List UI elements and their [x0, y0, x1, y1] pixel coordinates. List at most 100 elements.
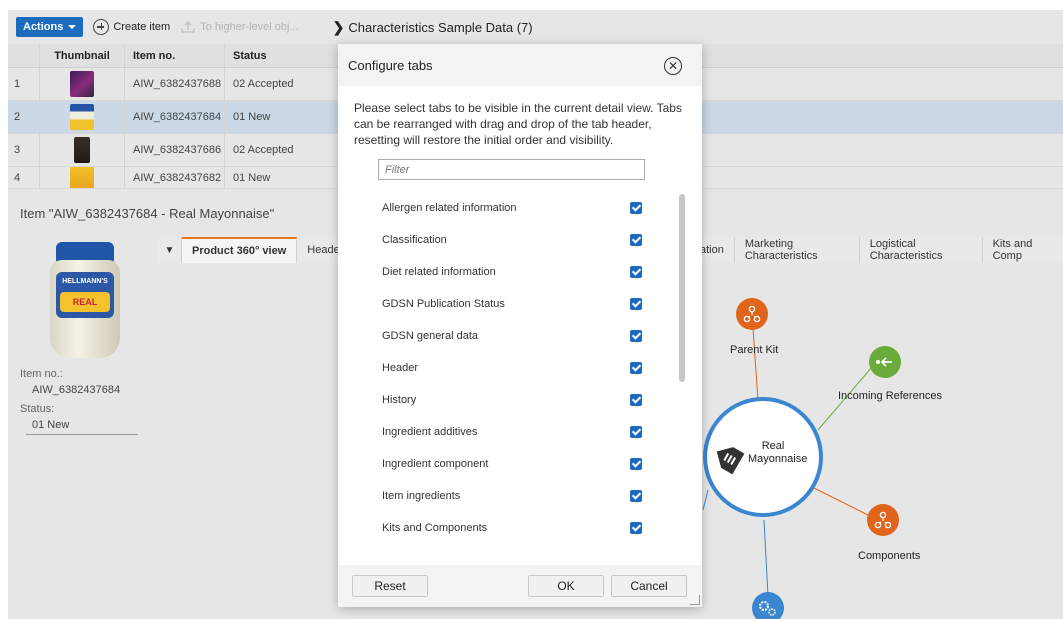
visibility-checkbox[interactable]: [630, 458, 642, 470]
list-item-label: Diet related information: [382, 266, 496, 278]
dialog-title: Configure tabs: [348, 57, 433, 73]
filter-input[interactable]: [378, 159, 645, 180]
visibility-checkbox[interactable]: [630, 362, 642, 374]
list-item-label: Header: [382, 362, 419, 374]
tab-kits-and-components[interactable]: Kits and Comp: [982, 237, 1063, 263]
components-node[interactable]: [867, 504, 899, 536]
status-cell: 01 New: [225, 167, 345, 188]
list-item-label: GDSN Publication Status: [382, 298, 505, 310]
thumbnail-image: [74, 137, 90, 163]
status-value: 01 New: [32, 419, 70, 431]
tab-logistical-characteristics[interactable]: Logistical Characteristics: [859, 237, 983, 263]
close-button[interactable]: ✕: [664, 57, 682, 75]
status-cell: 01 New: [225, 101, 345, 133]
gears-icon: [759, 601, 776, 616]
detail-tabs: ▼ Product 360° view Header: [158, 236, 355, 264]
cancel-button[interactable]: Cancel: [611, 575, 687, 597]
dialog-header: Configure tabs ✕: [338, 44, 702, 86]
list-item-label: Ingredient component: [382, 458, 489, 470]
edge-parent-kit: [752, 327, 759, 401]
list-item-label: GDSN general data: [382, 330, 478, 342]
tab-product-360[interactable]: Product 360° view: [182, 237, 298, 263]
visibility-checkbox[interactable]: [630, 298, 642, 310]
visibility-checkbox[interactable]: [630, 490, 642, 502]
column-header-thumbnail[interactable]: Thumbnail: [40, 44, 125, 67]
tab-truncated[interactable]: ation: [698, 237, 735, 263]
column-header-item-no[interactable]: Item no.: [125, 44, 225, 67]
reset-button[interactable]: Reset: [352, 575, 428, 597]
center-label-line2: Mayonnaise: [748, 453, 808, 465]
edge-bottom: [763, 519, 769, 597]
item-no-value: AIW_6382437684: [32, 384, 121, 396]
bottom-node[interactable]: [752, 592, 784, 619]
dialog-footer: Reset OK Cancel: [338, 565, 702, 607]
center-node-label: Real Mayonnaise: [748, 440, 808, 466]
dialog-description: Please select tabs to be visible in the …: [354, 101, 682, 147]
row-number: 1: [8, 68, 40, 100]
create-item-button[interactable]: Create item: [93, 19, 170, 35]
to-higher-level-button[interactable]: To higher-level obj...: [180, 20, 299, 34]
status-cell: 02 Accepted: [225, 68, 345, 100]
edge-components: [807, 484, 875, 519]
components-label: Components: [858, 550, 921, 562]
create-item-label: Create item: [113, 21, 171, 33]
list-item-label: Allergen related information: [382, 202, 517, 214]
list-item[interactable]: GDSN Publication Status: [382, 288, 656, 320]
status-underline: [26, 434, 138, 435]
list-item-label: History: [382, 394, 417, 406]
tab-marketing-characteristics[interactable]: Marketing Characteristics: [734, 237, 860, 263]
visibility-checkbox[interactable]: [630, 394, 642, 406]
list-item[interactable]: Diet related information: [382, 256, 656, 288]
list-item[interactable]: Item ingredients: [382, 480, 656, 512]
item-no-label: Item no.:: [20, 368, 63, 380]
jar-brand-text: HELLMANN'S: [62, 278, 108, 285]
list-item[interactable]: Header: [382, 352, 656, 384]
actions-button[interactable]: Actions: [16, 17, 84, 37]
list-item[interactable]: Allergen related information: [382, 192, 656, 224]
tabs-menu-button[interactable]: ▼: [158, 237, 182, 263]
detail-tabs-right: ation Marketing Characteristics Logistic…: [698, 236, 1063, 264]
list-item-label: Item ingredients: [382, 490, 461, 502]
actions-label: Actions: [23, 21, 64, 33]
item-no-cell: AIW_6382437682: [125, 167, 225, 188]
visibility-checkbox[interactable]: [630, 234, 642, 246]
resize-handle[interactable]: [690, 595, 700, 605]
center-label-line1: Real: [761, 440, 785, 452]
incoming-references-node[interactable]: [869, 346, 901, 378]
list-item[interactable]: Ingredient additives: [382, 416, 656, 448]
item-no-cell: AIW_6382437684: [125, 101, 225, 133]
column-header-status[interactable]: Status: [225, 44, 345, 67]
incoming-references-label: Incoming References: [838, 390, 942, 402]
configure-tabs-dialog: Configure tabs ✕ Please select tabs to b…: [338, 44, 702, 607]
incoming-arrow-icon: [876, 357, 892, 367]
list-item[interactable]: Classification: [382, 224, 656, 256]
list-item[interactable]: Kits and Components: [382, 512, 656, 544]
row-number: 3: [8, 134, 40, 166]
chevron-down-icon: [68, 25, 77, 29]
tag-icon: [716, 447, 745, 475]
visibility-checkbox[interactable]: [630, 330, 642, 342]
list-item-label: Ingredient additives: [382, 426, 478, 438]
visibility-checkbox[interactable]: [630, 202, 642, 214]
chevron-right-icon: ❯: [332, 18, 345, 35]
hierarchy-icon: [743, 305, 761, 323]
thumbnail-image: [70, 104, 94, 130]
product-image: HELLMANN'S REAL: [50, 242, 120, 358]
list-item[interactable]: GDSN general data: [382, 320, 656, 352]
list-item-label: Kits and Components: [382, 522, 488, 534]
ok-button[interactable]: OK: [528, 575, 604, 597]
upload-icon: [181, 21, 195, 33]
item-no-cell: AIW_6382437686: [125, 134, 225, 166]
list-item[interactable]: Ingredient component: [382, 448, 656, 480]
thumbnail-image: [70, 167, 94, 188]
parent-kit-node[interactable]: [736, 298, 768, 330]
status-label: Status:: [20, 403, 55, 415]
visibility-checkbox[interactable]: [630, 522, 642, 534]
breadcrumb[interactable]: ❯ Characteristics Sample Data (7): [333, 19, 533, 36]
list-scrollbar[interactable]: [679, 194, 685, 382]
visibility-checkbox[interactable]: [630, 266, 642, 278]
parent-kit-label: Parent Kit: [730, 344, 779, 356]
row-number-header: [8, 44, 40, 67]
visibility-checkbox[interactable]: [630, 426, 642, 438]
list-item[interactable]: History: [382, 384, 656, 416]
